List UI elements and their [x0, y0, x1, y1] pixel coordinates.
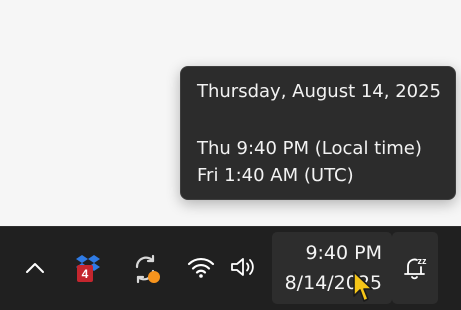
clock-tooltip: Thursday, August 14, 2025 Thu 9:40 PM (L… — [180, 66, 456, 200]
volume-icon — [231, 258, 254, 276]
chevron-up-icon — [26, 263, 44, 273]
sync-status-dot — [148, 271, 160, 283]
notification-center-button[interactable]: zz — [392, 232, 438, 304]
sync-icon — [135, 254, 160, 284]
notifications-snoozed-icon: zz — [404, 256, 428, 280]
dropbox-icon: 4 — [76, 255, 100, 282]
taskbar: 4 9:40 PM 8/14/2025 zz — [0, 226, 461, 310]
network-tray-button[interactable] — [186, 254, 216, 280]
wifi-icon — [187, 257, 215, 278]
taskbar-clock-button[interactable]: 9:40 PM 8/14/2025 — [272, 232, 392, 304]
dropbox-tray-button[interactable]: 4 — [72, 252, 104, 284]
tooltip-utc-time: Fri 1:40 AM (UTC) — [197, 165, 354, 186]
tooltip-local-time: Thu 9:40 PM (Local time) — [197, 138, 422, 159]
sync-tray-button[interactable] — [128, 252, 164, 286]
clock-time: 9:40 PM — [305, 242, 382, 264]
clock-date: 8/14/2025 — [284, 272, 382, 294]
dropbox-badge-count: 4 — [82, 267, 89, 281]
taskbar-top-border — [0, 226, 461, 227]
volume-tray-button[interactable] — [228, 254, 260, 280]
snooze-badge: zz — [418, 256, 428, 266]
tooltip-full-date: Thursday, August 14, 2025 — [197, 81, 442, 102]
show-hidden-icons-button[interactable] — [22, 256, 48, 280]
